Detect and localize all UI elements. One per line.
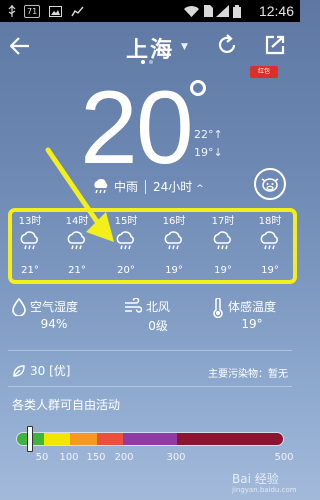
aqi-scale-tick: 50 xyxy=(35,452,49,463)
current-temperature: 20 xyxy=(80,70,194,186)
aqi-scale-bar xyxy=(16,432,284,446)
leaf-icon xyxy=(13,364,25,377)
refresh-button[interactable] xyxy=(214,32,240,58)
divider xyxy=(145,179,147,194)
low-temp: 19°↓ xyxy=(194,146,223,159)
condition-text: 中雨 xyxy=(114,180,139,194)
wind-label: 北风 xyxy=(146,300,171,314)
signal-icon xyxy=(215,4,229,18)
page-dot xyxy=(149,60,153,64)
battery-icon xyxy=(232,4,242,18)
condition-row: 中雨 24小时 ^ xyxy=(92,178,204,195)
aqi-scale-tick: 300 xyxy=(166,452,186,463)
aqi-scale-segment xyxy=(96,433,124,445)
divider xyxy=(8,350,292,351)
share-icon xyxy=(265,35,285,55)
forecast-toggle[interactable]: 24小时 ^ xyxy=(153,178,204,195)
divider xyxy=(8,386,292,387)
feels-like-detail: 体感温度 19° xyxy=(212,298,276,331)
refresh-icon xyxy=(218,34,236,54)
activity-advice: 各类人群可自由活动 xyxy=(12,398,121,412)
caret-down-icon[interactable]: ▼ xyxy=(181,42,188,52)
aqi-scale-segment xyxy=(43,433,71,445)
chevron-up-icon: ^ xyxy=(196,184,204,194)
aqi-scale-tick: 500 xyxy=(274,452,294,463)
humidity-value: 94% xyxy=(40,317,68,331)
forecast-toggle-label: 24小时 xyxy=(153,180,193,194)
page-indicator xyxy=(141,60,153,64)
droplet-icon xyxy=(12,298,26,316)
aqi-scale-segment xyxy=(123,433,177,445)
feels-like-value: 19° xyxy=(241,317,263,331)
humidity-label: 空气湿度 xyxy=(30,300,79,314)
usb-icon xyxy=(6,4,18,18)
main-pollutant: 主要污染物：暂无 xyxy=(208,369,288,380)
aqi-scale-pointer xyxy=(27,426,33,452)
wifi-icon xyxy=(183,4,199,18)
aqi-scale-segment xyxy=(70,433,97,445)
wind-icon xyxy=(125,298,142,313)
share-button[interactable] xyxy=(262,32,288,58)
wind-detail: 北风 0级 xyxy=(124,298,170,334)
notification-count-badge: 71 xyxy=(24,4,41,18)
aqi-scale-segment xyxy=(176,433,283,445)
arrow-left-icon xyxy=(10,37,29,55)
red-packet-badge[interactable]: 红包 xyxy=(250,66,278,78)
aqi-value: 30 [优] xyxy=(30,364,71,378)
status-time: 12:46 xyxy=(258,3,294,19)
highlight-box xyxy=(8,208,297,284)
back-button[interactable] xyxy=(8,34,32,58)
humidity-detail: 空气湿度 94% xyxy=(12,298,78,331)
sd-card-icon xyxy=(202,4,214,18)
page-dot-active xyxy=(141,60,145,64)
high-temp: 22°↑ xyxy=(194,128,223,141)
feels-like-label: 体感温度 xyxy=(228,300,277,314)
status-bar: 71 12:46 xyxy=(0,0,300,22)
watermark-url: jingyan.baidu.com xyxy=(232,486,297,494)
aqi-scale-tick: 100 xyxy=(59,452,79,463)
chart-icon xyxy=(70,4,84,18)
cow-mascot-icon[interactable] xyxy=(254,168,286,200)
watermark-brand: Bai 经验 xyxy=(232,472,279,486)
degree-symbol xyxy=(190,80,206,96)
aqi-summary[interactable]: 30 [优] xyxy=(12,362,70,379)
rain-icon xyxy=(94,178,108,193)
image-icon xyxy=(48,4,62,18)
aqi-scale-tick: 200 xyxy=(114,452,134,463)
wind-value: 0级 xyxy=(148,319,168,333)
aqi-scale-tick: 150 xyxy=(86,452,106,463)
thermometer-icon xyxy=(213,298,223,318)
